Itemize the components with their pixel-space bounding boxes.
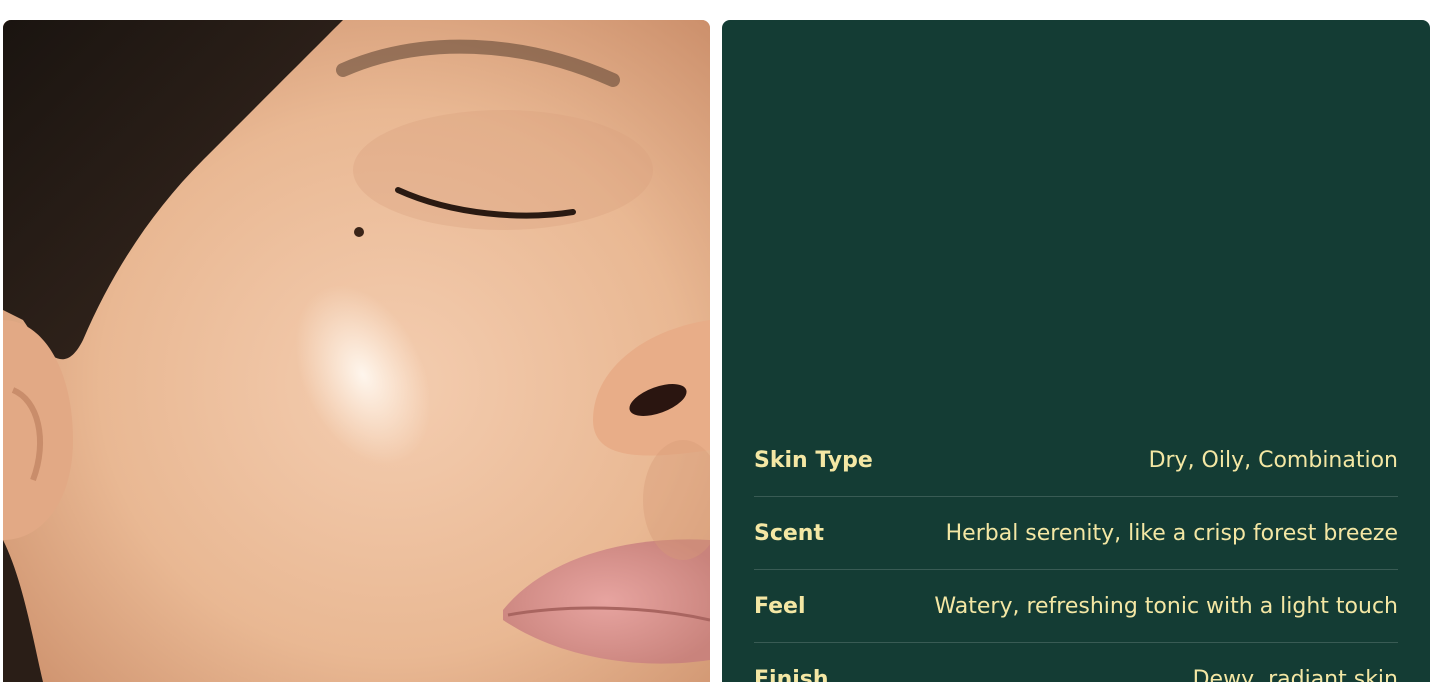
model-face-photo-icon (3, 20, 710, 682)
attribute-row-feel: Feel Watery, refreshing tonic with a lig… (754, 570, 1398, 643)
attribute-label: Scent (754, 520, 824, 546)
attribute-value: Herbal serenity, like a crisp forest bre… (945, 520, 1398, 546)
product-attributes-panel: Skin Type Dry, Oily, Combination Scent H… (722, 20, 1430, 682)
attribute-row-finish: Finish Dewy, radiant skin (754, 643, 1398, 682)
attribute-value: Dewy, radiant skin (1192, 667, 1398, 682)
product-details-section: Skin Type Dry, Oily, Combination Scent H… (0, 0, 1445, 682)
attribute-row-scent: Scent Herbal serenity, like a crisp fore… (754, 497, 1398, 570)
attribute-value: Watery, refreshing tonic with a light to… (934, 593, 1398, 619)
attribute-label: Feel (754, 593, 806, 619)
attribute-label: Skin Type (754, 447, 873, 473)
product-model-image (3, 20, 710, 682)
attribute-value: Dry, Oily, Combination (1148, 447, 1398, 473)
attribute-label: Finish (754, 667, 829, 682)
attribute-row-skin-type: Skin Type Dry, Oily, Combination (754, 424, 1398, 497)
attribute-list: Skin Type Dry, Oily, Combination Scent H… (754, 424, 1398, 682)
